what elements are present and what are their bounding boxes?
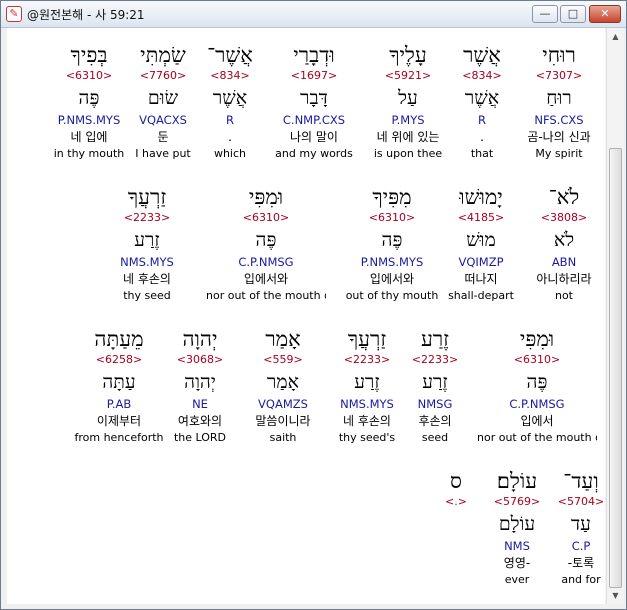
morph-code: C.P.NMSG — [509, 397, 565, 411]
english-gloss: out of thy mouth — [345, 289, 439, 302]
title-bar[interactable]: ✎ @원전본해 - 사 59:21 — □ ✕ — [1, 1, 626, 28]
vertical-scrollbar[interactable]: ▲ ▼ — [606, 28, 624, 604]
word-column[interactable]: וּמִפִּי <6310> פֶּה C.P.NMSG 입에서와 nor out of… — [206, 184, 326, 304]
scroll-up-arrow-icon[interactable]: ▲ — [607, 28, 624, 45]
lemma-word: עַתָּה — [102, 371, 136, 393]
lemma-word: זֶרַע — [134, 229, 160, 251]
bible-app-icon[interactable]: ✎ — [6, 6, 22, 22]
word-column[interactable]: מֵעַתָּה <6258> עַתָּה P.AB 이제부터 from hencefo… — [59, 326, 179, 446]
hebrew-word: וּמִפִּי — [519, 327, 555, 351]
strong-number[interactable]: <6310> — [206, 210, 326, 226]
word-column[interactable]: מִפִּיךָ <6310> פֶּה P.NMS.MYS 입에서와 out of th… — [332, 184, 452, 304]
morph-code: P.NMS.MYS — [360, 255, 424, 269]
hebrew-word: וּמִפִּי — [248, 185, 284, 209]
hebrew-word: ס — [450, 469, 462, 493]
interlinear-content: רוּחִי <7307> רוּחַ NFS.CXS 곰-나의 신과 My spirit… — [7, 28, 605, 604]
english-gloss — [396, 572, 516, 588]
morph-code: P.NMS.MYS — [57, 113, 121, 127]
lemma-word: פֶּה — [255, 229, 277, 251]
morph-code: P.AB — [106, 397, 132, 411]
strong-number[interactable]: <6310> — [29, 68, 149, 84]
strong-number[interactable]: <6310> — [477, 352, 597, 368]
strong-number[interactable]: <6258> — [59, 352, 179, 368]
hebrew-word: מִפִּיךָ — [372, 185, 412, 209]
morph-code: NMS.MYS — [120, 255, 174, 269]
word-column[interactable]: בְּפִיךָ <6310> פֶּה P.NMS.MYS 네 입에 in thy mo… — [29, 42, 149, 162]
word-column[interactable]: זַרְעֲךָ <2233> זֶרַע NMS.MYS 네 후손의 thy seed — [87, 184, 207, 304]
hebrew-word: בְּפִיךָ — [70, 43, 108, 67]
morph-code: C.P.NMSG — [238, 255, 294, 269]
scrollbar-thumb[interactable] — [609, 148, 622, 588]
english-gloss: nor out of the mouth of — [206, 289, 326, 302]
korean-gloss: 이제부터 — [96, 414, 142, 428]
strong-number[interactable]: <2233> — [87, 210, 207, 226]
hebrew-word: מֵעַתָּה — [94, 327, 144, 351]
word-column[interactable]: וּמִפִּי <6310> פֶּה C.P.NMSG 입에서 nor out of … — [477, 326, 597, 446]
korean-gloss: 네 입에 — [70, 130, 108, 144]
morph-code — [396, 538, 516, 554]
maximize-button[interactable]: □ — [560, 5, 586, 23]
strong-number[interactable]: <6310> — [332, 210, 452, 226]
korean-gloss: 입에서와 — [369, 272, 415, 286]
english-gloss: nor out of the mouth of — [477, 431, 597, 444]
strong-number[interactable]: <.> — [396, 494, 516, 510]
english-gloss: thy seed — [123, 289, 171, 302]
scroll-down-arrow-icon[interactable]: ▼ — [607, 587, 624, 604]
korean-gloss: 입에서 — [520, 414, 554, 428]
minimize-button[interactable]: — — [532, 5, 558, 23]
hebrew-word: זַרְעֲךָ — [127, 185, 167, 209]
close-button[interactable]: ✕ — [589, 5, 621, 23]
lemma-word — [396, 510, 516, 538]
lemma-word: פֶּה — [526, 371, 548, 393]
english-gloss: from henceforth — [74, 431, 164, 444]
lemma-word: פֶּה — [78, 87, 100, 109]
app-window: ✎ @원전본해 - 사 59:21 — □ ✕ רוּחִי <7307> רוּח… — [0, 0, 627, 610]
korean-gloss: 입에서와 — [243, 272, 289, 286]
lemma-word: פֶּה — [381, 229, 403, 251]
word-column[interactable]: ס <.> — [396, 468, 516, 588]
korean-gloss — [396, 554, 516, 572]
window-title: @원전본해 - 사 59:21 — [27, 8, 145, 22]
english-gloss: in thy mouth — [53, 147, 125, 160]
korean-gloss: 네 후손의 — [123, 272, 171, 286]
